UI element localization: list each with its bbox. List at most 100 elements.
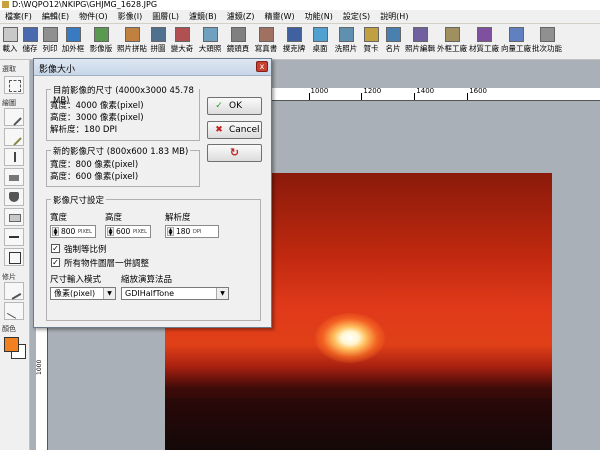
dialog-close-button[interactable]: x bbox=[256, 61, 268, 72]
keep-ratio-checkbox[interactable]: ✓ bbox=[51, 244, 60, 253]
toolbar-button[interactable]: 撲克牌 bbox=[280, 24, 308, 59]
toolbar-icon bbox=[385, 27, 401, 42]
toolbar-icon bbox=[312, 27, 328, 42]
toolbar-label: 列印 bbox=[42, 44, 58, 53]
app-icon bbox=[2, 1, 9, 8]
toolbar-button[interactable]: 材質工廠 bbox=[468, 24, 500, 59]
ruler-tick bbox=[308, 93, 310, 100]
ruler-tick bbox=[467, 93, 469, 100]
toolbar-button[interactable]: 向量工廠 bbox=[500, 24, 532, 59]
menu-bar: 檔案(F) 編輯(E) 物件(O) 影像(I) 圖層(L) 濾鏡(B) 濾鏡(Z) 精靈(W)… bbox=[0, 10, 600, 24]
toolbar-icon bbox=[42, 27, 58, 42]
marquee-tool[interactable] bbox=[4, 76, 24, 94]
input-mode-select[interactable]: 像素(pixel) ▼ bbox=[50, 287, 116, 300]
smudge-tool[interactable] bbox=[4, 302, 24, 320]
pen-tool[interactable] bbox=[4, 148, 24, 166]
menu-item[interactable]: 檔案(F) bbox=[0, 10, 37, 23]
new-height-text: 高度：600 像素(pixel) bbox=[50, 172, 139, 182]
menu-item[interactable]: 濾鏡(B) bbox=[184, 10, 222, 23]
toolbar-icon bbox=[174, 27, 190, 42]
toolbar-label: 照片拼貼 bbox=[117, 44, 147, 53]
toolbar-button[interactable]: 儲存 bbox=[20, 24, 40, 59]
toolbar-button[interactable]: 影像版 bbox=[86, 24, 116, 59]
foreground-color-swatch[interactable] bbox=[4, 337, 19, 352]
toolbar-button[interactable]: 照片拼貼 bbox=[116, 24, 148, 59]
ruler-label: 1400 bbox=[416, 88, 435, 95]
toolbar-icon bbox=[2, 27, 18, 42]
pencil-icon bbox=[6, 110, 22, 126]
height-spinner-arrows[interactable]: ▲ ▼ bbox=[107, 227, 114, 237]
menu-item[interactable]: 設定(S) bbox=[338, 10, 375, 23]
toolbar-button[interactable]: 賀卡 bbox=[360, 24, 382, 59]
toolbar-button[interactable]: 鏡頭頁 bbox=[224, 24, 252, 59]
ruler-label: 1600 bbox=[469, 88, 488, 95]
adjust-layers-checkbox[interactable]: ✓ bbox=[51, 258, 60, 267]
ok-button[interactable]: ✓ OK bbox=[207, 97, 262, 115]
res-value: 180 bbox=[176, 227, 191, 236]
new-size-label: 新的影像尺寸 (800x600 1.83 MB) bbox=[51, 145, 191, 157]
menu-item[interactable]: 功能(N) bbox=[300, 10, 338, 23]
toolbar-label: 加外框 bbox=[61, 44, 85, 53]
rect-icon bbox=[9, 252, 21, 264]
pencil-tool[interactable] bbox=[4, 108, 24, 126]
ruler-label: 1200 bbox=[363, 88, 382, 95]
height-input[interactable]: ▲ ▼ 600 PIXEL bbox=[105, 225, 151, 238]
toolbar-button[interactable]: 批次功能 bbox=[532, 24, 562, 59]
pen-icon bbox=[14, 152, 26, 162]
line-tool[interactable] bbox=[4, 228, 24, 246]
retouch-tool[interactable] bbox=[4, 282, 24, 300]
menu-item[interactable]: 物件(O) bbox=[74, 10, 113, 23]
input-mode-value: 像素(pixel) bbox=[54, 289, 96, 298]
ruler-tick bbox=[414, 93, 416, 100]
menu-item[interactable]: 圖層(L) bbox=[147, 10, 184, 23]
width-input[interactable]: ▲ ▼ 800 PIXEL bbox=[50, 225, 96, 238]
smudge-icon bbox=[6, 304, 22, 319]
resolution-input[interactable]: ▲ ▼ 180 DPI bbox=[165, 225, 219, 238]
menu-item[interactable]: 說明(H) bbox=[375, 10, 413, 23]
toolbar-button[interactable]: 加外框 bbox=[60, 24, 86, 59]
new-size-group: 新的影像尺寸 (800x600 1.83 MB) 寬度：800 像素(pixel… bbox=[46, 145, 200, 187]
eraser-tool[interactable] bbox=[4, 208, 24, 226]
toolbar-button[interactable]: 載入 bbox=[0, 24, 20, 59]
current-size-group: 目前影像的尺寸 (4000x3000 45.78 MB) 寬度：4000 像素(… bbox=[46, 84, 200, 141]
shape-tool[interactable] bbox=[4, 248, 24, 266]
toolbar-button[interactable]: 名片 bbox=[382, 24, 404, 59]
section-color-label: 顏色 bbox=[2, 325, 16, 333]
toolbar-button[interactable]: 拼圖 bbox=[148, 24, 168, 59]
brush-tool[interactable] bbox=[4, 128, 24, 146]
window-titlebar: D:\WQPO12\NKIPG\GHJMG_1628.JPG bbox=[0, 0, 600, 10]
toolbar-label: 材質工廠 bbox=[469, 44, 499, 53]
res-unit: DPI bbox=[193, 229, 202, 235]
toolbar-button[interactable]: 桌面 bbox=[308, 24, 332, 59]
toolbar-button[interactable]: 寫真書 bbox=[252, 24, 280, 59]
toolbar-button[interactable]: 照片編輯 bbox=[404, 24, 436, 59]
toolbar-icon bbox=[363, 27, 379, 42]
toolbar-button[interactable]: 洗照片 bbox=[332, 24, 360, 59]
menu-item[interactable]: 影像(I) bbox=[113, 10, 148, 23]
toolbar-button[interactable]: 列印 bbox=[40, 24, 60, 59]
toolbar-button[interactable]: 大頭照 bbox=[196, 24, 224, 59]
toolbar-button[interactable]: 外框工廠 bbox=[436, 24, 468, 59]
toolbar-icon bbox=[412, 27, 428, 42]
bucket-icon bbox=[9, 192, 19, 202]
reset-button[interactable]: ↻ bbox=[207, 144, 262, 162]
res-spinner-arrows[interactable]: ▲ ▼ bbox=[167, 227, 174, 237]
cancel-button[interactable]: ✖ Cancel bbox=[207, 121, 262, 139]
toolbar-icon bbox=[338, 27, 354, 42]
menu-item[interactable]: 精靈(W) bbox=[259, 10, 299, 23]
toolbar-button[interactable]: 變大奇 bbox=[168, 24, 196, 59]
menu-item[interactable]: 濾鏡(Z) bbox=[222, 10, 260, 23]
toolbar-icon bbox=[65, 27, 81, 42]
current-height-text: 高度：3000 像素(pixel) bbox=[50, 113, 144, 123]
fill-tool[interactable] bbox=[4, 188, 24, 206]
line-icon bbox=[9, 232, 19, 238]
toolbar-icon bbox=[539, 27, 555, 42]
section-draw-label: 繪圖 bbox=[2, 99, 16, 107]
algorithm-select[interactable]: GDIHalfTone ▼ bbox=[121, 287, 229, 300]
stamp-tool[interactable] bbox=[4, 168, 24, 186]
width-spinner-arrows[interactable]: ▲ ▼ bbox=[52, 227, 59, 237]
toolbar-icon bbox=[93, 27, 109, 42]
toolbar-label: 載入 bbox=[2, 44, 18, 53]
menu-item[interactable]: 編輯(E) bbox=[37, 10, 74, 23]
new-width-text: 寬度：800 像素(pixel) bbox=[50, 160, 139, 170]
